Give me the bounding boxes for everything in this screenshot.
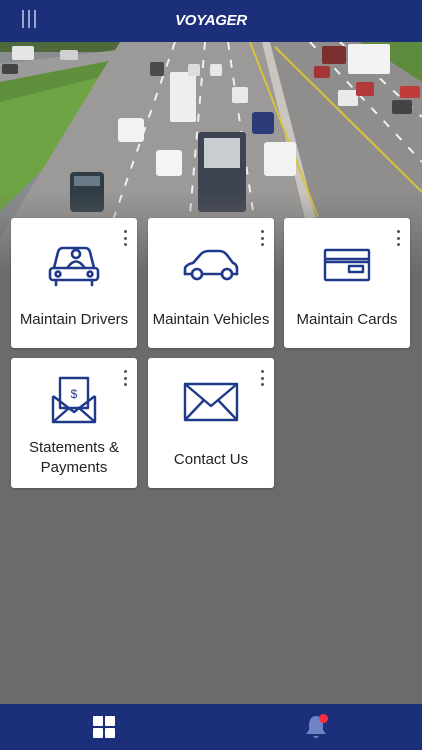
tile-label: Statements & Payments bbox=[28, 439, 120, 476]
notification-badge bbox=[319, 714, 328, 723]
brand-logo: VOYAGER bbox=[175, 12, 247, 29]
tile-label: Maintain Vehicles bbox=[152, 311, 270, 328]
tile-maintain-cards[interactable]: Maintain Cards bbox=[284, 218, 410, 348]
tile-label: Contact Us bbox=[173, 451, 249, 468]
notifications-button[interactable] bbox=[303, 713, 329, 741]
car-icon bbox=[183, 249, 239, 281]
top-bar: VOYAGER bbox=[0, 0, 422, 42]
tile-maintain-vehicles[interactable]: Maintain Vehicles bbox=[148, 218, 274, 348]
envelope-icon bbox=[183, 382, 239, 422]
svg-text:$: $ bbox=[71, 387, 78, 401]
tile-maintain-drivers[interactable]: Maintain Drivers bbox=[11, 218, 137, 348]
tile-contact-us[interactable]: Contact Us bbox=[148, 358, 274, 488]
statement-envelope-icon: $ bbox=[51, 376, 97, 424]
credit-card-icon bbox=[323, 248, 371, 282]
bottom-nav bbox=[0, 704, 422, 750]
tile-statements-payments[interactable]: $ Statements & Payments bbox=[11, 358, 137, 488]
tile-label: Maintain Cards bbox=[296, 311, 398, 328]
app-screen: VOYAGER Maintain Drivers Maintain Vehicl… bbox=[0, 0, 422, 750]
tile-label: Maintain Drivers bbox=[19, 311, 129, 328]
driver-car-icon bbox=[48, 246, 100, 287]
grid-icon[interactable] bbox=[93, 716, 115, 738]
